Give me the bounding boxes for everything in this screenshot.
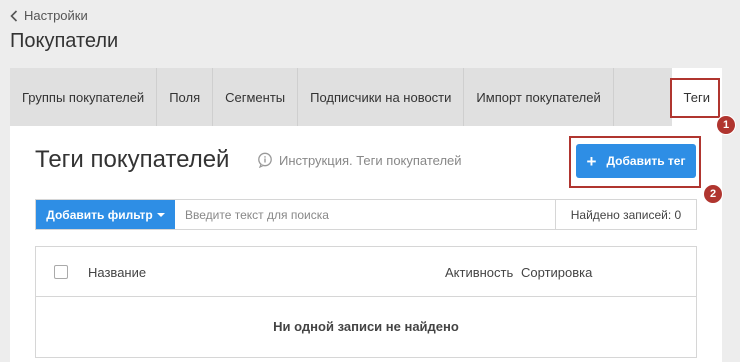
column-header-sorting[interactable]: Сортировка <box>521 265 592 280</box>
annotation-highlight-2 <box>569 136 701 188</box>
tab-fields[interactable]: Поля <box>157 68 214 126</box>
table-header: Название Активность Сортировка <box>36 247 696 297</box>
chevron-left-icon <box>10 9 18 22</box>
tab-import-customers[interactable]: Импорт покупателей <box>464 68 614 126</box>
column-header-activity[interactable]: Активность <box>445 265 513 280</box>
add-filter-button[interactable]: Добавить фильтр <box>36 200 175 229</box>
page-title: Покупатели <box>10 30 119 52</box>
search-input[interactable] <box>175 200 555 229</box>
tab-segments[interactable]: Сегменты <box>213 68 299 126</box>
chat-bubble-icon <box>258 152 272 168</box>
tab-newsletter-subscribers[interactable]: Подписчики на новости <box>298 68 465 126</box>
annotation-badge-2: 2 <box>703 184 723 204</box>
annotation-badge-1: 1 <box>716 115 736 135</box>
column-header-name[interactable]: Название <box>88 265 146 280</box>
records-found-count: Найдено записей: 0 <box>555 200 696 229</box>
back-link-label: Настройки <box>24 8 88 23</box>
help-link[interactable]: Инструкция. Теги покупателей <box>257 152 462 168</box>
tab-customer-groups[interactable]: Группы покупателей <box>10 68 158 126</box>
empty-table-message: Ни одной записи не найдено <box>273 319 459 334</box>
tabs-bar: Группы покупателей Поля Сегменты Подписч… <box>10 68 722 126</box>
caret-down-icon <box>156 212 165 217</box>
annotation-highlight-1 <box>670 78 720 118</box>
select-all-checkbox[interactable] <box>54 265 68 279</box>
help-link-label: Инструкция. Теги покупателей <box>279 152 462 168</box>
add-filter-label: Добавить фильтр <box>46 207 153 222</box>
tags-table: Название Активность Сортировка Ни одной … <box>35 246 697 358</box>
back-link[interactable]: Настройки <box>10 8 88 23</box>
filter-bar: Добавить фильтр Найдено записей: 0 <box>35 199 697 230</box>
section-title: Теги покупателей <box>35 146 230 173</box>
